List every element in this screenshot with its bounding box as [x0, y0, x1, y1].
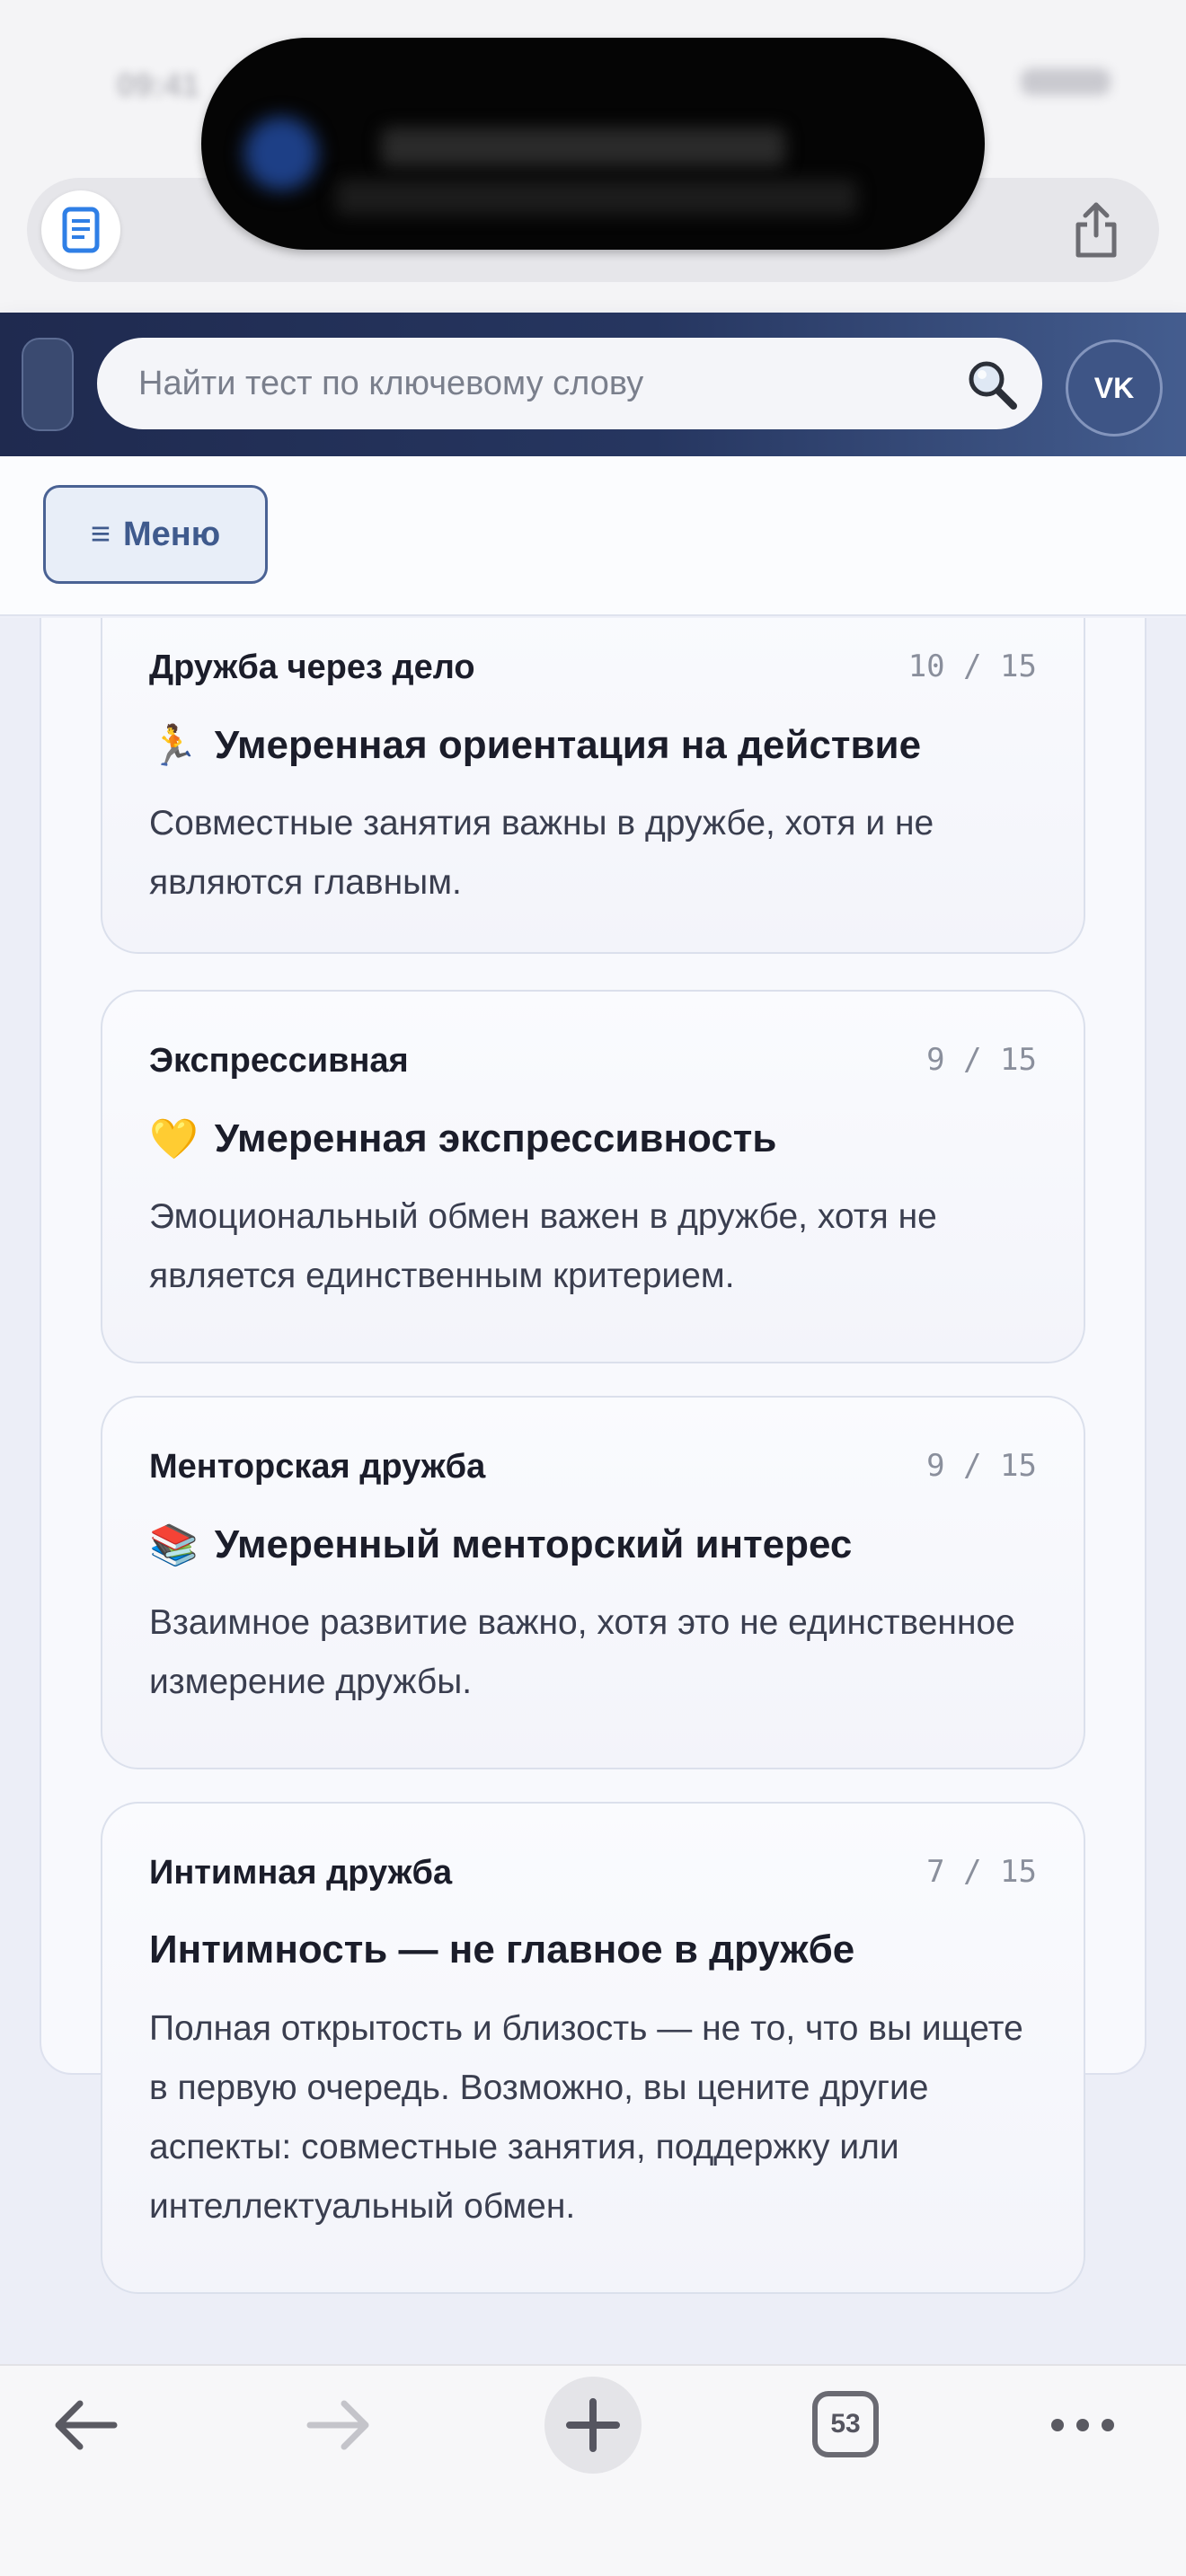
menu-button-label: Меню	[122, 515, 221, 553]
share-icon	[1075, 202, 1117, 258]
card-title: 🏃 Умеренная ориентация на действие	[149, 722, 921, 769]
card-category: Дружба через дело	[149, 648, 475, 686]
tabs-overview-button[interactable]: 53	[812, 2391, 879, 2457]
hamburger-icon: ≡	[90, 515, 111, 553]
search-icon[interactable]	[965, 357, 1019, 411]
arrow-left-icon	[55, 2400, 118, 2450]
yellow-heart-icon: 💛	[149, 1117, 199, 1161]
plus-icon	[566, 2398, 620, 2452]
card-title: 📚 Умеренный менторский интерес	[149, 1522, 852, 1568]
result-card: Экспрессивная 9 / 15 💛 Умеренная экспрес…	[101, 990, 1085, 1363]
document-icon	[62, 207, 100, 253]
share-button[interactable]	[1067, 199, 1125, 260]
menu-button[interactable]: ≡ Меню	[43, 485, 268, 584]
browser-top-chrome: 09:41	[0, 0, 1186, 313]
card-title-text: Умеренная ориентация на действие	[214, 723, 922, 767]
result-card: Интимная дружба 7 / 15 Интимность — не г…	[101, 1802, 1085, 2294]
results-content: Дружба через дело 10 / 15 🏃 Умеренная ор…	[0, 618, 1186, 2364]
header-side-handle[interactable]	[22, 338, 74, 431]
status-icons-blurred	[1021, 68, 1111, 95]
card-description: Взаимное развитие важно, хотя это не еди…	[149, 1603, 1015, 1701]
notification-avatar-blurred	[244, 117, 318, 190]
forward-button[interactable]	[298, 2366, 379, 2484]
card-score: 9 / 15	[926, 1448, 1037, 1484]
more-dots-icon	[1051, 2419, 1114, 2431]
site-header: Найти тест по ключевому слову VK	[0, 313, 1186, 456]
tab-count-label: 53	[830, 2409, 861, 2439]
search-input[interactable]: Найти тест по ключевому слову	[97, 338, 1042, 429]
status-time-blurred: 09:41	[117, 66, 200, 103]
card-title-text: Умеренный менторский интерес	[214, 1522, 853, 1566]
card-category: Менторская дружба	[149, 1448, 486, 1486]
browser-bottom-toolbar: 53	[0, 2364, 1186, 2576]
running-person-icon: 🏃	[149, 724, 199, 768]
more-options-button[interactable]	[1042, 2366, 1123, 2484]
dynamic-island-notification	[201, 38, 985, 250]
card-description: Эмоциональный обмен важен в дружбе, хотя…	[149, 1197, 937, 1295]
result-card: Менторская дружба 9 / 15 📚 Умеренный мен…	[101, 1396, 1085, 1769]
vk-icon: VK	[1093, 371, 1135, 404]
search-placeholder: Найти тест по ключевому слову	[138, 364, 644, 402]
card-category: Экспрессивная	[149, 1042, 409, 1080]
card-title-text: Интимность — не главное в дружбе	[149, 1928, 855, 1972]
menu-bar: ≡ Меню	[0, 456, 1186, 616]
vk-share-button[interactable]: VK	[1066, 340, 1163, 437]
new-tab-button[interactable]	[544, 2377, 642, 2474]
card-title: Интимность — не главное в дружбе	[149, 1928, 854, 1972]
reader-mode-button[interactable]	[41, 190, 120, 269]
notification-title-blurred	[381, 128, 785, 167]
card-score: 10 / 15	[907, 648, 1037, 684]
card-title: 💛 Умеренная экспрессивность	[149, 1116, 776, 1162]
books-icon: 📚	[149, 1523, 199, 1567]
card-title-text: Умеренная экспрессивность	[214, 1116, 777, 1160]
notification-body-blurred	[336, 180, 857, 216]
card-category: Интимная дружба	[149, 1854, 453, 1892]
card-score: 7 / 15	[926, 1854, 1037, 1890]
result-card: Дружба через дело 10 / 15 🏃 Умеренная ор…	[101, 618, 1085, 954]
back-button[interactable]	[45, 2366, 126, 2484]
arrow-right-icon	[306, 2400, 369, 2450]
card-description: Полная открытость и близость — не то, чт…	[149, 2009, 1023, 2226]
card-description: Совместные занятия важны в дружбе, хотя …	[149, 804, 934, 902]
card-score: 9 / 15	[926, 1042, 1037, 1078]
